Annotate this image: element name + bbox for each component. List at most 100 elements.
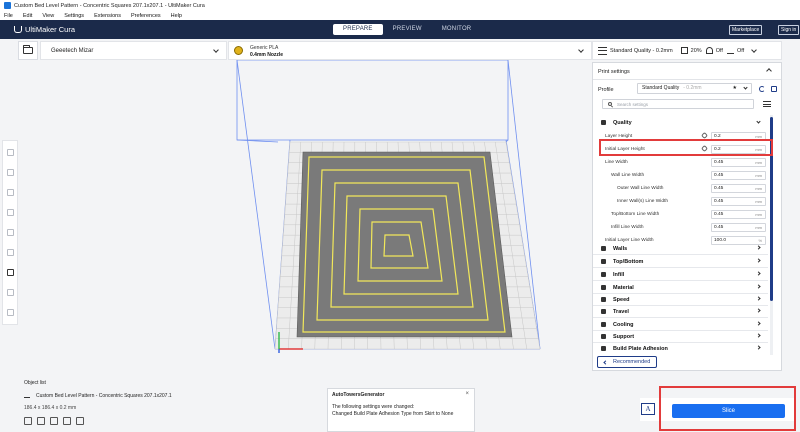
menu-edit[interactable]: Edit [23,13,32,19]
setting-value-input[interactable]: 0.2 mm [711,131,766,141]
menu-bar: File Edit View Settings Extensions Prefe… [0,11,800,20]
setting-value-input[interactable]: 0.45 mm [711,222,766,232]
chevron-left-icon [756,284,761,289]
section-walls[interactable]: Walls [593,243,768,255]
profile-value: Standard Quality [642,85,680,91]
marketplace-button[interactable]: Marketplace [729,25,763,35]
section-build-plate-adhesion[interactable]: Build Plate Adhesion [593,343,768,355]
support-blocker-icon[interactable] [7,249,14,256]
setting-row-layer-height: Layer Height 0.2 mm [593,130,768,143]
recommended-button[interactable]: Recommended [597,356,657,368]
left-view-icon[interactable] [63,417,71,425]
notification-title: AutoTowersGenerator [332,392,385,398]
open-file-button[interactable] [18,41,38,60]
setting-value-input[interactable]: 0.2 mm [711,144,766,154]
menu-file[interactable]: File [4,13,13,19]
setting-value-input[interactable]: 0.45 mm [711,196,766,206]
chevron-down-icon [743,85,748,90]
right-view-icon[interactable] [76,417,84,425]
tool-extra-icon[interactable] [7,309,14,316]
setting-row-outer-wall-line-width: Outer Wall Line Width 0.45 mm [593,182,768,195]
delete-tool-icon[interactable] [7,289,14,296]
menu-view[interactable]: View [42,13,54,19]
setting-row-inner-wall-line-width: Inner Wall(s) Line Width 0.45 mm [593,195,768,208]
setting-value-input[interactable]: 0.45 mm [711,209,766,219]
cura-app-icon [4,2,11,9]
material-spool-icon [234,46,243,55]
3d-view-icon[interactable] [24,417,32,425]
menu-settings[interactable]: Settings [64,13,84,19]
material-name: Generic PLA [250,45,279,51]
link-icon [700,131,709,140]
move-tool-icon[interactable] [7,149,14,156]
close-icon[interactable]: × [465,391,469,397]
scrollbar-thumb[interactable] [770,117,773,301]
section-support[interactable]: Support [593,331,768,343]
front-view-icon[interactable] [37,417,45,425]
material-selector[interactable]: Generic PLA 0.4mm Nozzle [228,41,592,60]
object-dimensions: 186.4 x 186.4 x 0.2 mm [24,405,77,411]
save-profile-icon[interactable] [771,86,777,92]
chevron-left-icon [756,271,761,276]
mirror-tool-icon[interactable] [7,209,14,216]
section-top-bottom[interactable]: Top/Bottom [593,256,768,268]
tab-prepare[interactable]: PREPARE [333,24,383,35]
panel-title: Print settings [598,69,630,75]
chevron-left-icon [756,308,761,313]
top-view-icon[interactable] [50,417,58,425]
speed-icon [601,297,606,302]
title-bar: Custom Bed Level Pattern - Concentric Sq… [0,0,800,11]
section-label: Support [613,334,635,340]
search-icon [608,102,612,106]
measure-tool-icon[interactable] [7,269,14,276]
section-material[interactable]: Material [593,282,768,294]
tab-preview[interactable]: PREVIEW [383,24,432,35]
cooling-icon [601,322,606,327]
per-model-settings-icon[interactable] [7,229,14,236]
adhesion-value: Off [736,47,745,54]
slice-button[interactable]: Slice [672,404,785,418]
setting-label: Line Width [605,159,628,165]
chevron-up-icon[interactable] [766,68,772,74]
reset-icon[interactable] [759,86,765,92]
printer-selector[interactable]: Geeetech Mizar [40,41,227,60]
logo-text: UltiMaker Cura [25,25,76,34]
settings-visibility-menu-icon[interactable] [763,101,771,107]
menu-help[interactable]: Help [171,13,182,19]
signin-button[interactable]: Sign in [778,25,800,35]
setting-row-infill-line-width: Infill Line Width 0.45 mm [593,221,768,234]
profile-extra: - 0.2mm [683,85,702,91]
search-settings-input[interactable]: Search settings [602,99,754,109]
app-header: UltiMaker Cura PREPARE PREVIEW MONITOR M… [0,20,800,39]
ultimaker-mark-icon [14,26,22,33]
section-label: Build Plate Adhesion [613,346,668,352]
support-icon [705,47,713,54]
menu-extensions[interactable]: Extensions [94,13,121,19]
pattern-fill [296,151,513,338]
section-label: Walls [613,246,628,252]
section-infill[interactable]: Infill [593,269,768,281]
autoslice-button[interactable]: A [641,403,655,415]
section-cooling[interactable]: Cooling [593,319,768,331]
chevron-down-icon [213,47,219,53]
profile-dropdown[interactable]: Standard Quality - 0.2mm ★ [637,83,752,94]
chevron-left-icon [756,321,761,326]
setting-value-input[interactable]: 0.45 mm [711,157,766,167]
setting-row-line-width: Line Width 0.45 mm [593,156,768,169]
setting-row-top-bottom-line-width: Top/Bottom Line Width 0.45 mm [593,208,768,221]
section-speed[interactable]: Speed [593,294,768,306]
menu-preferences[interactable]: Preferences [131,13,161,19]
chevron-down-icon [751,46,758,53]
setting-label: Wall Line Width [611,172,645,178]
scale-tool-icon[interactable] [7,169,14,176]
tab-monitor[interactable]: MONITOR [432,24,482,35]
section-travel[interactable]: Travel [593,306,768,318]
section-quality[interactable]: Quality [593,117,768,129]
chevron-down-icon [756,119,761,124]
print-setup-selector[interactable]: Standard Quality - 0.2mm 20% Off Off [592,41,782,60]
rotate-tool-icon[interactable] [7,189,14,196]
setting-value-input[interactable]: 0.45 mm [711,170,766,180]
setting-value-input[interactable]: 0.45 mm [711,183,766,193]
setting-row-wall-line-width: Wall Line Width 0.45 mm [593,169,768,182]
object-list-toggle[interactable]: Object list [24,380,46,386]
